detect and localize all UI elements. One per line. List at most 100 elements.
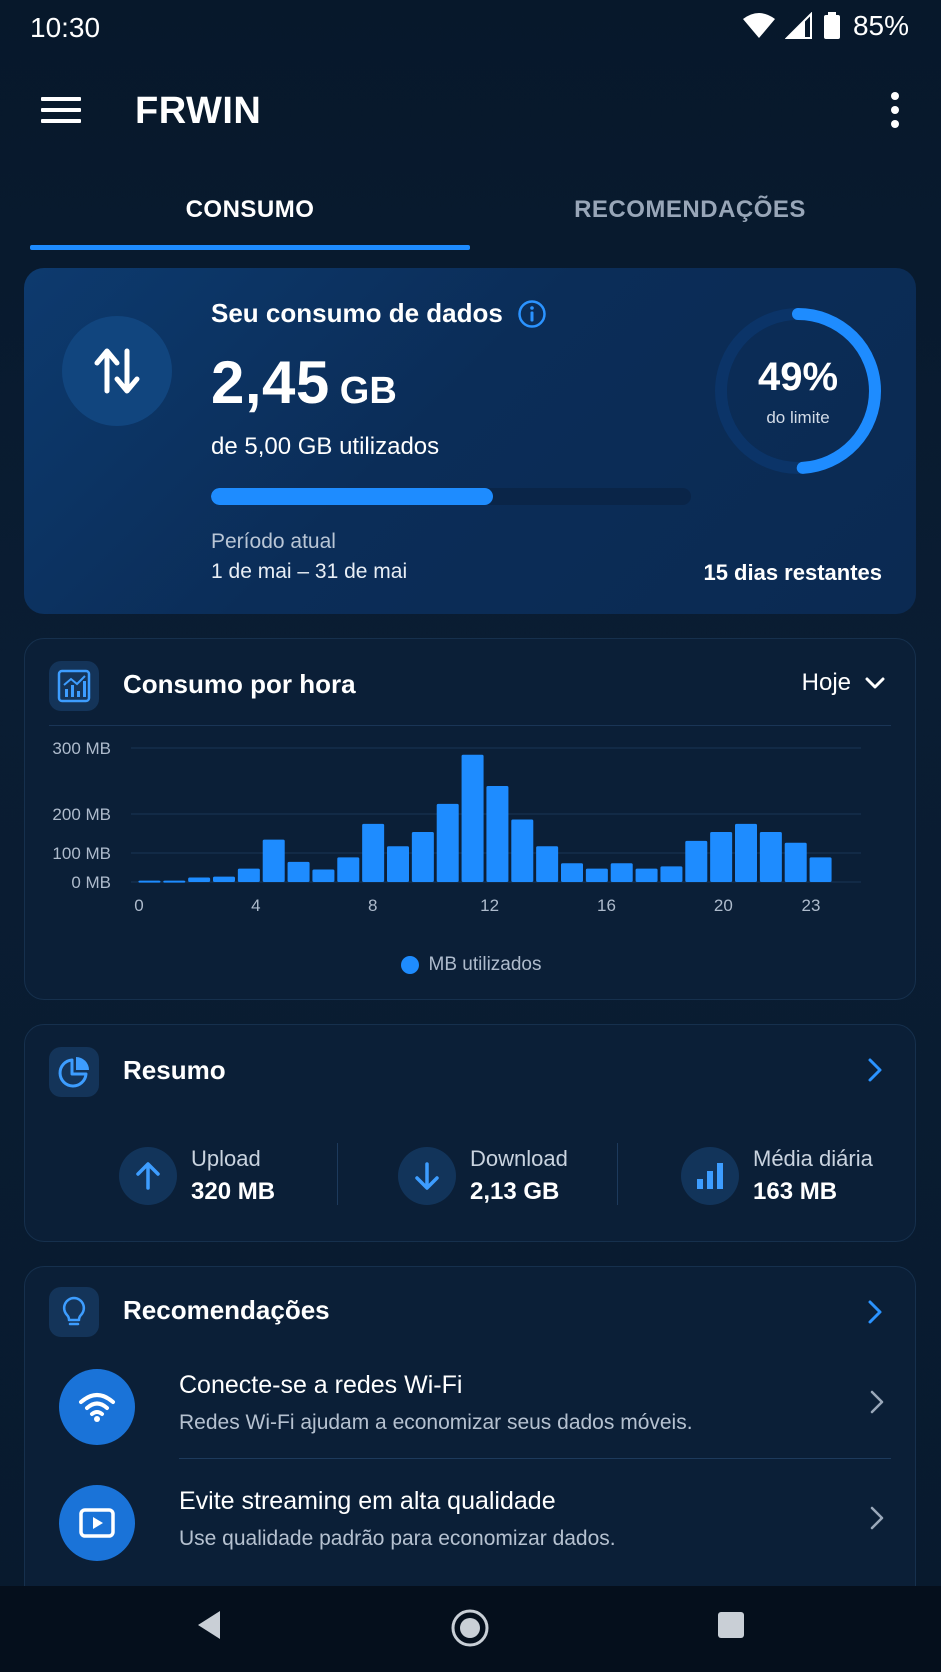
usage-title: Seu consumo de dados (211, 298, 547, 329)
app-title: FRWIN (135, 90, 262, 132)
battery-level: 85% (852, 10, 909, 41)
arrow-up-icon (119, 1147, 177, 1205)
lightbulb-icon (49, 1287, 99, 1337)
chart-bar (138, 880, 161, 883)
used-amount: 2,45 GB (211, 348, 397, 417)
used-unit: GB (339, 370, 397, 412)
tab-bar: CONSUMO RECOMENDAÇÕES (30, 180, 910, 252)
more-options-icon[interactable] (889, 90, 901, 130)
stat-download-value: 2,13 GB (470, 1178, 560, 1205)
chart-bar (486, 785, 509, 882)
menu-icon[interactable] (40, 94, 82, 126)
recommendation-subtitle: Redes Wi-Fi ajudam a economizar seus dad… (179, 1411, 693, 1434)
recommendation-item[interactable]: Evite streaming em alta qualidade Use qu… (49, 1465, 891, 1575)
usage-progress-fill (211, 488, 494, 505)
chart-bar (362, 823, 385, 882)
chart-bar (287, 861, 310, 882)
chart-bar (585, 868, 608, 882)
limit-percent-sub: do limite (766, 407, 830, 427)
chart-bar (685, 840, 708, 882)
list-divider (179, 1458, 891, 1459)
chart-bar (237, 868, 260, 882)
recommendation-title: Evite streaming em alta qualidade (179, 1487, 556, 1515)
chevron-right-icon[interactable] (867, 1057, 883, 1083)
period-label: Período atual (211, 530, 336, 553)
chart-bar (710, 831, 733, 882)
bar-chart-icon (681, 1147, 739, 1205)
stat-download: Download 2,13 GB (398, 1141, 568, 1211)
stat-download-label: Download (470, 1146, 568, 1171)
x-tick-label: 8 (368, 896, 377, 915)
arrow-down-icon (398, 1147, 456, 1205)
back-icon[interactable] (194, 1608, 224, 1642)
chart-bar (213, 876, 235, 882)
legend-label: MB utilizados (428, 954, 542, 975)
legend-dot (400, 956, 419, 974)
summary-card[interactable]: Resumo Upload 320 MB Download 2,13 GB Mé… (24, 1024, 916, 1242)
chart-bar (660, 866, 683, 882)
pie-chart-icon (49, 1047, 99, 1097)
info-icon[interactable] (517, 299, 547, 329)
usage-title-text: Seu consumo de dados (211, 298, 503, 328)
stat-separator (337, 1143, 338, 1205)
chart-bar (784, 842, 807, 882)
recents-icon[interactable] (716, 1610, 746, 1640)
cell-signal-icon (784, 12, 812, 39)
hourly-usage-card: Consumo por hora Hoje 0 MB 100 MB 200 MB 30… (24, 638, 916, 1000)
chart-bar (610, 863, 633, 882)
stat-upload-label: Upload (191, 1146, 261, 1171)
y-tick-label: 300 MB (52, 739, 111, 758)
tab-consumo[interactable]: CONSUMO (30, 180, 470, 252)
days-remaining: 15 dias restantes (703, 560, 882, 585)
x-tick-label: 20 (714, 896, 733, 915)
recommendation-subtitle: Use qualidade padrão para economizar dad… (179, 1527, 616, 1550)
stat-upload: Upload 320 MB (119, 1141, 275, 1211)
recommendations-title: Recomendações (123, 1295, 330, 1325)
tab-recomendacoes[interactable]: RECOMENDAÇÕES (470, 180, 910, 252)
status-bar: 10:30 85% (0, 0, 941, 56)
resumo-title: Resumo (123, 1055, 226, 1085)
x-tick-label: 12 (480, 896, 499, 915)
home-icon[interactable] (450, 1608, 490, 1648)
chart-bar (635, 868, 658, 882)
status-icons: 85% (742, 10, 909, 42)
chart-bar (809, 857, 832, 882)
chevron-right-icon[interactable] (867, 1299, 883, 1325)
chart-bar (312, 869, 335, 882)
transfer-arrows-icon (62, 316, 172, 426)
chart-bar (411, 831, 434, 882)
limit-ring-label: 49% do limite (710, 303, 886, 479)
chart-bar (561, 863, 583, 882)
x-tick-label: 4 (251, 896, 260, 915)
chart-legend: MB utilizados (25, 954, 917, 976)
chart-bar (759, 831, 782, 882)
chart-bar (188, 877, 211, 882)
usage-progress-bar (211, 488, 691, 505)
chart-bar (436, 803, 459, 882)
used-value: 2,45 (211, 349, 330, 416)
chevron-right-icon (870, 1390, 884, 1414)
system-nav-bar (0, 1586, 941, 1672)
x-tick-label: 16 (597, 896, 616, 915)
y-tick-label: 100 MB (52, 844, 111, 863)
x-tick-label: 0 (134, 896, 143, 915)
chart-bar (461, 754, 484, 882)
stat-separator (617, 1143, 618, 1205)
app-bar: FRWIN (0, 80, 941, 140)
battery-icon (823, 12, 840, 39)
x-tick-label: 23 (802, 896, 821, 915)
chart-bar (387, 846, 409, 882)
chart-bar (735, 823, 757, 882)
chart-bar (511, 819, 534, 882)
status-time: 10:30 (30, 12, 101, 43)
limit-text: de 5,00 GB utilizados (211, 433, 440, 460)
recommendation-item[interactable]: Conecte-se a redes Wi-Fi Redes Wi-Fi aju… (49, 1349, 891, 1459)
y-tick-label: 0 MB (71, 873, 111, 892)
stat-daily-average: Média diária 163 MB (681, 1141, 873, 1211)
hourly-bar-chart: 0 MB 100 MB 200 MB 300 MB 0 4 8 12 16 20 23 (52, 739, 861, 915)
stat-daily-average-label: Média diária (753, 1146, 873, 1171)
recommendation-title: Conecte-se a redes Wi-Fi (179, 1371, 463, 1399)
stat-daily-average-value: 163 MB (753, 1178, 838, 1205)
data-usage-card: Seu consumo de dados 2,45 GB de 5,00 GB … (24, 268, 916, 614)
play-video-icon (59, 1485, 135, 1561)
